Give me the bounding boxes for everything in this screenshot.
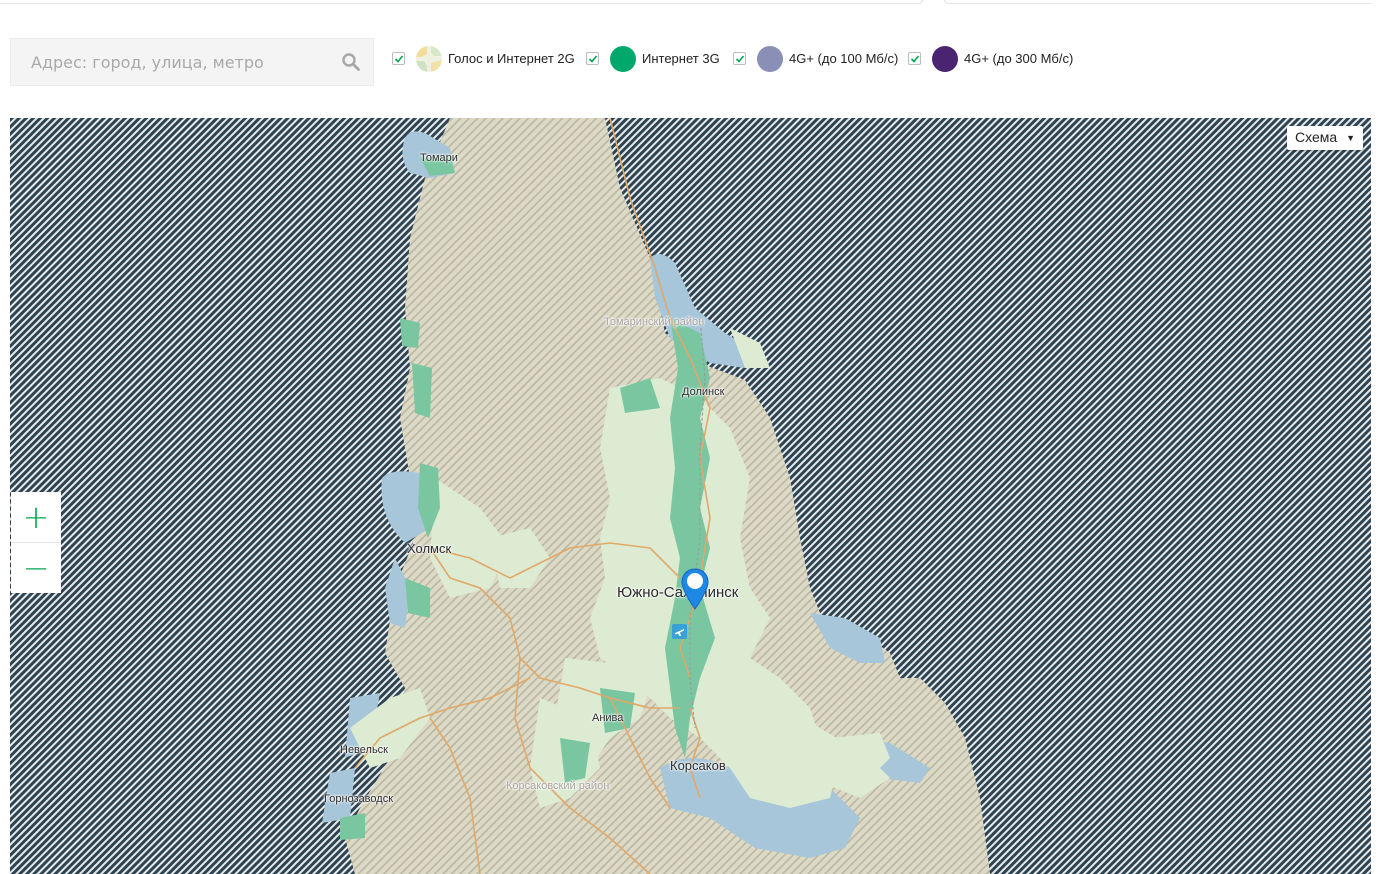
swatch-4g-300-icon	[932, 46, 958, 72]
map-label-korsakovsky: Корсаковский район	[506, 780, 610, 792]
address-search-input[interactable]	[11, 39, 331, 85]
location-pin-icon[interactable]	[680, 567, 710, 611]
swatch-3g-icon	[610, 46, 636, 72]
swatch-4g-100-icon	[757, 46, 783, 72]
airport-icon	[672, 624, 687, 639]
legend-item-4g-300[interactable]: 4G+ (до 300 Мб/с)	[908, 46, 1073, 74]
search-icon[interactable]	[341, 52, 361, 72]
dropdown-arrow-icon: ▼	[1346, 133, 1355, 143]
map-layer-label: Схема	[1295, 129, 1338, 145]
coverage-map[interactable]: Томари Томаринский район Долинск Холмск …	[10, 118, 1371, 874]
check-icon	[394, 55, 404, 63]
zoom-in-button[interactable]: +	[11, 492, 61, 542]
map-label-tomarinsky: Томаринский район	[604, 316, 705, 328]
map-label-nevelsk: Невельск	[340, 744, 388, 756]
map-label-tomari: Томари	[420, 152, 458, 164]
legend-item-2g[interactable]: Голос и Интернет 2G	[392, 46, 575, 74]
top-panel-left-edge	[0, 0, 923, 4]
check-icon	[910, 55, 920, 63]
swatch-2g-icon	[416, 46, 442, 72]
map-label-gornozavodsk: Горнозаводск	[324, 793, 394, 805]
legend-checkbox-4g-300[interactable]	[908, 52, 921, 65]
map-label-dolinsk: Долинск	[682, 386, 725, 398]
legend-item-3g[interactable]: Интернет 3G	[586, 46, 721, 74]
zoom-control: + −	[11, 492, 61, 593]
top-panel-right-edge	[944, 0, 1371, 4]
legend-label-3g: Интернет 3G	[642, 51, 720, 66]
legend-item-4g-100[interactable]: 4G+ (до 100 Мб/с)	[733, 46, 898, 74]
zoom-out-button[interactable]: −	[11, 543, 61, 593]
map-label-yuzhno: Южно-Сахалинск	[617, 584, 739, 601]
map-layer-selector[interactable]: Схема ▼	[1287, 126, 1363, 150]
address-search	[10, 38, 374, 86]
map-label-aniva: Анива	[592, 712, 624, 724]
legend-label-2g: Голос и Интернет 2G	[448, 51, 575, 66]
legend-label-4g-300: 4G+ (до 300 Мб/с)	[964, 51, 1074, 66]
legend-label-4g-100: 4G+ (до 100 Мб/с)	[789, 51, 899, 66]
legend-checkbox-4g-100[interactable]	[733, 52, 746, 65]
legend-checkbox-3g[interactable]	[586, 52, 599, 65]
check-icon	[735, 55, 745, 63]
map-label-kholmsk: Холмск	[407, 541, 452, 556]
map-label-korsakov: Корсаков	[670, 758, 726, 773]
check-icon	[588, 55, 598, 63]
legend-checkbox-2g[interactable]	[392, 52, 405, 65]
